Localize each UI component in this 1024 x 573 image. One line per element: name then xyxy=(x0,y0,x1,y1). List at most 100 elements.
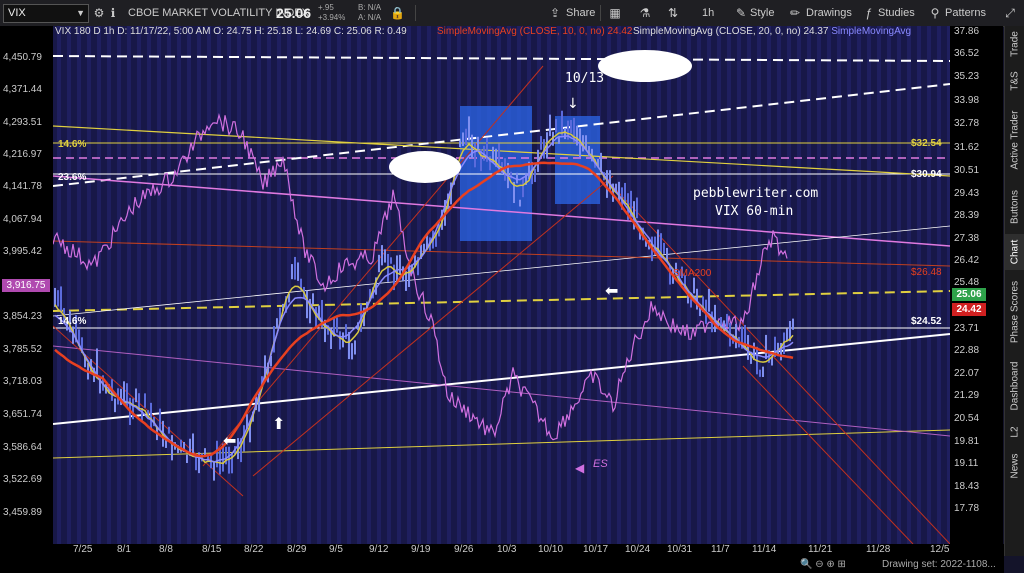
style-button[interactable]: Style xyxy=(750,0,774,26)
left-price-axis[interactable]: 4,450.79 4,371.44 4,293.51 4,216.97 4,14… xyxy=(0,26,53,544)
grid-column xyxy=(557,26,561,544)
grid-column xyxy=(287,26,291,544)
nav-tab-l2[interactable]: L2 xyxy=(1005,420,1024,444)
grid-column xyxy=(667,26,671,544)
style-icon[interactable]: ✎ xyxy=(734,3,748,23)
nav-tab-chart[interactable]: Chart xyxy=(1005,234,1024,270)
grid-column xyxy=(97,26,101,544)
settings-icon[interactable]: ⚙ xyxy=(93,3,105,23)
grid-column xyxy=(397,26,401,544)
right-tick: 29.43 xyxy=(954,188,980,199)
left-tick: 4,216.97 xyxy=(3,149,42,160)
x-tick: 8/8 xyxy=(159,544,173,555)
patterns-icon[interactable]: ⚲ xyxy=(928,3,942,23)
grid-column xyxy=(277,26,281,544)
flask-icon[interactable]: ⚗ xyxy=(638,3,652,23)
right-tick: 22.88 xyxy=(954,345,980,356)
x-tick: 11/14 xyxy=(752,544,777,555)
drawings-icon[interactable]: ✏ xyxy=(788,3,802,23)
x-tick: 10/31 xyxy=(667,544,693,555)
expand-icon[interactable]: ⤢ xyxy=(1000,3,1020,23)
symbol-selector[interactable]: VIX ▼ xyxy=(3,4,89,23)
nav-tab-dashboard[interactable]: Dashboard xyxy=(1005,354,1024,418)
nav-tab-label: Chart xyxy=(1009,239,1021,265)
left-tick: 4,067.94 xyxy=(3,214,42,225)
level-label-32: $32.54 xyxy=(911,138,942,149)
grid-column xyxy=(537,26,541,544)
right-tick: 20.54 xyxy=(954,413,980,424)
left-tick: 4,450.79 xyxy=(3,52,42,63)
studies-icon[interactable]: ƒ xyxy=(862,3,876,23)
right-tick: 19.11 xyxy=(954,458,979,469)
date-annotation-1013: 10/13 xyxy=(565,71,605,86)
top-toolbar: VIX ▼ ⚙ ℹ CBOE MARKET VOLATILITY INDEX 2… xyxy=(0,0,1024,27)
right-price-axis[interactable]: 37.86 36.52 35.23 33.98 32.78 31.62 30.5… xyxy=(950,26,1003,544)
sma200-label: SMA200 xyxy=(673,268,712,279)
grid-column xyxy=(937,26,941,544)
drawings-button[interactable]: Drawings xyxy=(806,0,852,26)
right-tick: 35.23 xyxy=(954,71,980,82)
left-tick: 3,459.89 xyxy=(3,507,42,518)
es-marker-icon: ◀ xyxy=(575,461,585,475)
grid-icon[interactable]: ▦ xyxy=(608,3,622,23)
grid-column xyxy=(497,26,501,544)
grid-column xyxy=(757,26,761,544)
chart-plot-area[interactable]: ↓ ⬅ ⬆ ⬅ ◀ VIX 180 D 1h D: 11/17/22, 5:00… xyxy=(53,26,950,544)
grid-column xyxy=(657,26,661,544)
grid-column xyxy=(267,26,271,544)
grid-column xyxy=(867,26,871,544)
grid-column xyxy=(457,26,461,544)
nav-tab-ts[interactable]: T&S xyxy=(1005,64,1024,98)
grid-column xyxy=(887,26,891,544)
red-diagonal-1 xyxy=(202,65,544,467)
share-button[interactable]: Share xyxy=(566,0,595,26)
lock-icon[interactable]: 🔒 xyxy=(390,3,405,23)
compare-icon[interactable]: ⇅ xyxy=(666,3,680,23)
drawing-set-label: Drawing set: 2022-1108... xyxy=(882,559,996,570)
nav-tab-buttons[interactable]: Buttons xyxy=(1005,182,1024,232)
grid-column xyxy=(637,26,641,544)
x-tick: 8/15 xyxy=(202,544,222,555)
grid-column xyxy=(727,26,731,544)
left-tick: 3,854.23 xyxy=(3,311,42,322)
right-tick: 36.52 xyxy=(954,48,980,59)
info-icon[interactable]: ℹ xyxy=(107,3,119,23)
x-tick: 10/3 xyxy=(497,544,517,555)
right-tick: 25.48 xyxy=(954,277,980,288)
nav-tab-label: L2 xyxy=(1009,426,1021,438)
grid-column xyxy=(817,26,821,544)
x-tick: 10/17 xyxy=(583,544,609,555)
grid-column xyxy=(387,26,391,544)
time-axis[interactable]: 7/25 8/1 8/8 8/15 8/22 8/29 9/5 9/12 9/1… xyxy=(0,544,1004,573)
share-icon[interactable]: ⇪ xyxy=(548,3,562,23)
grid-column xyxy=(827,26,831,544)
nav-tab-active-trader[interactable]: Active Trader xyxy=(1005,100,1024,180)
grid-column xyxy=(417,26,421,544)
grid-column xyxy=(517,26,521,544)
grid-column xyxy=(117,26,121,544)
x-tick: 12/5 xyxy=(930,544,950,555)
last-price: 25.06 xyxy=(276,5,312,21)
zoom-icons[interactable]: 🔍 ⊖ ⊕ ⊞ xyxy=(800,559,846,570)
fib-label-236: 23.6% xyxy=(58,172,87,183)
left-tick: 3,718.03 xyxy=(3,376,42,387)
grid-column xyxy=(797,26,801,544)
left-tick: 3,651.74 xyxy=(3,409,42,420)
patterns-button[interactable]: Patterns xyxy=(945,0,986,26)
nav-tab-trade[interactable]: Trade xyxy=(1005,26,1024,62)
grid-column xyxy=(747,26,751,544)
timeframe-button[interactable]: 1h xyxy=(702,0,714,26)
left-tick: 3,785.52 xyxy=(3,344,42,355)
grid-column xyxy=(107,26,111,544)
right-tick: 21.29 xyxy=(954,390,980,401)
grid-column xyxy=(847,26,851,544)
left-arrow-icon: ⬅ xyxy=(223,431,236,450)
nav-tab-news[interactable]: News xyxy=(1005,446,1024,486)
studies-button[interactable]: Studies xyxy=(878,0,915,26)
grid-column xyxy=(367,26,371,544)
grid-column xyxy=(587,26,591,544)
x-tick: 9/5 xyxy=(329,544,343,555)
grid-column xyxy=(57,26,61,544)
nav-tab-phase-scores[interactable]: Phase Scores xyxy=(1005,272,1024,352)
x-tick: 11/7 xyxy=(711,544,730,555)
